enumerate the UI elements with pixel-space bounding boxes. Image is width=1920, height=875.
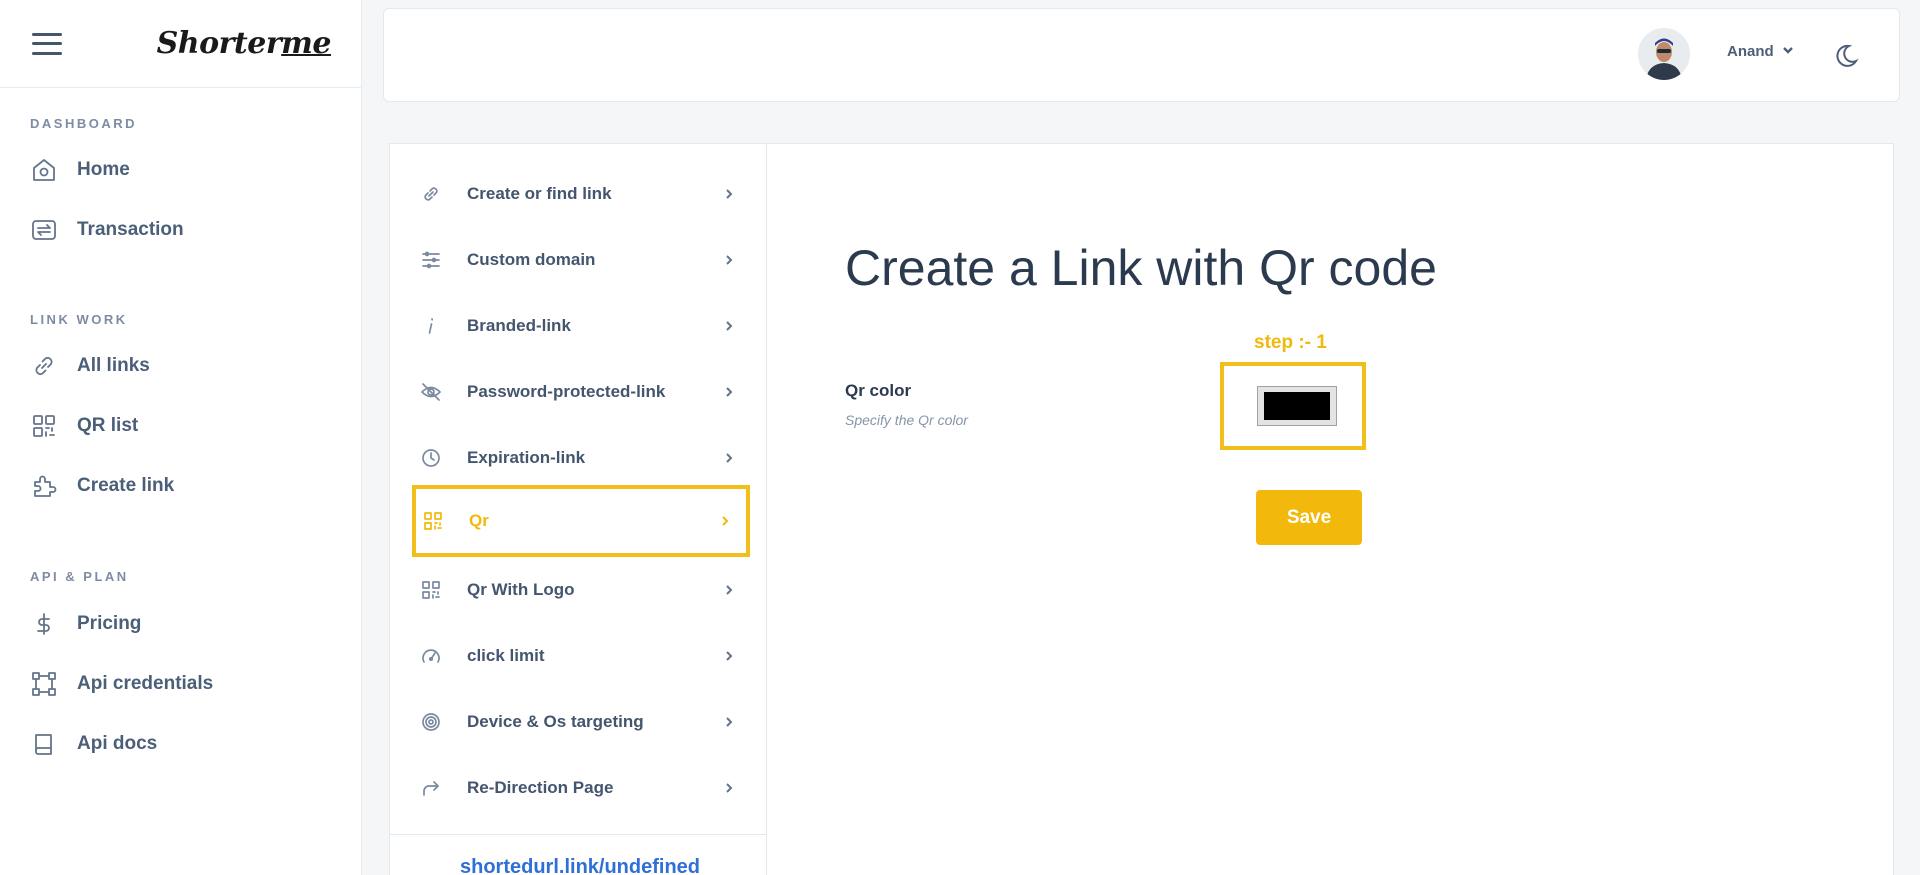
page-title: Create a Link with Qr code [845, 240, 1437, 296]
qr-color-swatch [1264, 392, 1330, 420]
menu-item-create-or-find-link[interactable]: Create or find link [412, 163, 750, 225]
puzzle-icon [30, 472, 58, 500]
qr-icon [422, 510, 444, 532]
sidebar-item-label: Transaction [77, 219, 184, 240]
chevron-right-icon [722, 451, 736, 465]
menu-item-branded-link[interactable]: Branded-link [412, 295, 750, 357]
sidebar-item-label: Api docs [77, 733, 158, 754]
menu-item-custom-domain[interactable]: Custom domain [412, 229, 750, 291]
qr-color-help: Specify the Qr color [845, 412, 968, 428]
sidebar-item-label: Api credentials [77, 673, 214, 694]
qr-icon [30, 412, 58, 440]
sidebar-item-label: QR list [77, 415, 139, 436]
dark-mode-toggle[interactable] [1830, 41, 1860, 71]
menu-item-re-direction-page[interactable]: Re-Direction Page [412, 757, 750, 819]
chevron-right-icon [722, 187, 736, 201]
info-icon [420, 315, 442, 337]
qr-icon [420, 579, 442, 601]
main-card: Create or find link Custom domain Brande… [389, 143, 1894, 875]
save-button[interactable]: Save [1256, 490, 1362, 545]
clock-icon [420, 447, 442, 469]
user-name: Anand [1727, 43, 1774, 60]
section-title-link-work: LINK WORK [30, 312, 128, 327]
speedometer-icon [420, 645, 442, 667]
chevron-right-icon [722, 583, 736, 597]
menu-item-device-os-targeting[interactable]: Device & Os targeting [412, 691, 750, 753]
sliders-icon [420, 249, 442, 271]
menu-footer-divider [390, 834, 767, 835]
moon-icon [1830, 44, 1860, 75]
eye-off-icon [420, 381, 442, 403]
sidebar-item-api-docs[interactable]: Api docs [0, 714, 157, 774]
link-icon [420, 183, 442, 205]
sidebar-item-home[interactable]: Home [0, 140, 130, 200]
sidebar-item-transaction[interactable]: Transaction [0, 200, 184, 260]
chevron-down-icon [1782, 43, 1794, 60]
sidebar: Shorterme DASHBOARD Home Transaction LIN… [0, 0, 362, 875]
home-icon [30, 156, 58, 184]
brand-logo[interactable]: Shorterme [157, 26, 332, 61]
redirect-icon [420, 777, 442, 799]
chevron-right-icon [722, 385, 736, 399]
menu-item-click-limit[interactable]: click limit [412, 625, 750, 687]
short-url-link[interactable]: shortedurl.link/undefined [460, 856, 700, 875]
user-menu-toggle[interactable]: Anand [1727, 43, 1794, 60]
sidebar-item-label: Home [77, 159, 130, 180]
chevron-right-icon [722, 319, 736, 333]
chevron-right-icon [722, 781, 736, 795]
transaction-icon [30, 216, 58, 244]
qr-color-label: Qr color [845, 381, 912, 400]
link-icon [30, 352, 58, 380]
top-bar: Anand [383, 8, 1900, 102]
sidebar-item-all-links[interactable]: All links [0, 336, 150, 396]
sidebar-item-label: All links [77, 355, 150, 376]
menu-item-qr-with-logo[interactable]: Qr With Logo [412, 559, 750, 621]
chevron-right-icon [718, 514, 732, 528]
step-label: step :- 1 [1254, 332, 1327, 353]
chevron-right-icon [722, 253, 736, 267]
section-title-dashboard: DASHBOARD [30, 116, 137, 131]
sidebar-header: Shorterme [0, 0, 361, 88]
chevron-right-icon [722, 715, 736, 729]
menu-item-expiration-link[interactable]: Expiration-link [412, 427, 750, 489]
qr-color-highlight [1220, 362, 1366, 450]
menu-item-password-protected-link[interactable]: Password-protected-link [412, 361, 750, 423]
qr-color-input[interactable] [1257, 386, 1337, 426]
target-icon [420, 711, 442, 733]
api-icon [30, 670, 58, 698]
section-title-api-plan: API & PLAN [30, 569, 129, 584]
sidebar-item-create-link[interactable]: Create link [0, 456, 174, 516]
link-type-menu: Create or find link Custom domain Brande… [390, 144, 767, 875]
sidebar-item-api-credentials[interactable]: Api credentials [0, 654, 213, 714]
sidebar-item-pricing[interactable]: Pricing [0, 594, 141, 654]
hamburger-menu-icon[interactable] [32, 32, 62, 55]
book-icon [30, 730, 58, 758]
sidebar-item-label: Create link [77, 475, 175, 496]
sidebar-item-label: Pricing [77, 613, 142, 634]
chevron-right-icon [722, 649, 736, 663]
menu-item-qr[interactable]: Qr [412, 485, 750, 557]
sidebar-item-qr-list[interactable]: QR list [0, 396, 138, 456]
dollar-icon [30, 610, 58, 638]
avatar[interactable] [1638, 28, 1690, 80]
